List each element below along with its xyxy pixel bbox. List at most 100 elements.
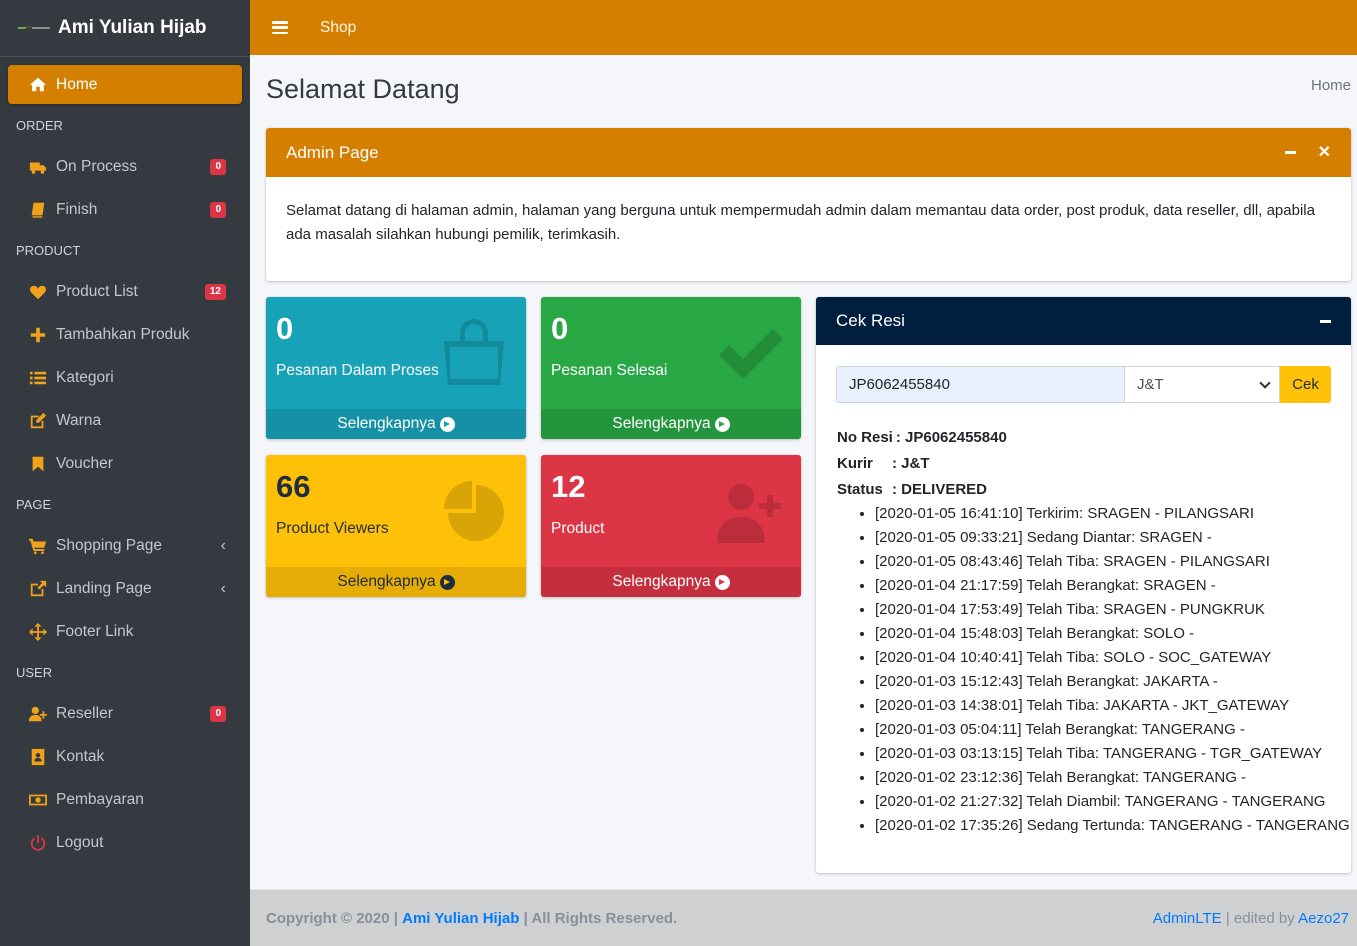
sidebar-item-landing-page[interactable]: Landing Page ‹ — [8, 567, 242, 610]
resi-number-input[interactable] — [836, 366, 1125, 403]
money-bill-icon — [28, 790, 48, 810]
resi-info: No Resi : JP6062455840 Kurir : J&T Statu… — [837, 425, 1007, 503]
sidebar-item-logout[interactable]: Logout — [8, 821, 242, 864]
more-link-label: Selengkapnya — [612, 415, 711, 432]
sidebar-item-kategori[interactable]: Kategori — [8, 356, 242, 399]
sidebar-nav: Home ORDER On Process 0 Finish 0 PRODUCT… — [0, 57, 250, 864]
tracking-history-item: [2020-01-02 23:12:36] Telah Berangkat: T… — [875, 766, 1350, 790]
product-label: Product — [551, 520, 605, 537]
sidebar-item-product-list[interactable]: Product List 12 — [8, 270, 242, 313]
home-icon — [28, 75, 48, 95]
user-plus-icon — [28, 704, 48, 724]
tracking-history-item: [2020-01-03 14:38:01] Telah Tiba: JAKART… — [875, 694, 1350, 718]
more-link-label: Selengkapnya — [612, 573, 711, 590]
tracking-history-item: [2020-01-04 15:48:03] Telah Berangkat: S… — [875, 622, 1350, 646]
collapse-icon[interactable] — [1284, 151, 1296, 154]
sidebar-item-warna[interactable]: Warna — [8, 399, 242, 442]
sidebar-item-home[interactable]: Home — [8, 65, 242, 104]
sidebar-item-finish[interactable]: Finish 0 — [8, 188, 242, 231]
sidebar-item-voucher[interactable]: Voucher — [8, 442, 242, 485]
power-icon — [28, 833, 48, 853]
kurir-value: : J&T — [892, 455, 930, 472]
checkmark-icon — [719, 329, 783, 379]
cek-resi-title: Cek Resi — [836, 311, 905, 330]
tracking-history-item: [2020-01-04 10:40:41] Telah Tiba: SOLO -… — [875, 646, 1350, 670]
footer: Copyright © 2020 | Ami Yulian Hijab | Al… — [250, 889, 1357, 946]
tracking-history-item: [2020-01-03 15:12:43] Telah Berangkat: J… — [875, 670, 1350, 694]
kurir-row: Kurir : J&T — [837, 451, 1007, 477]
card-tools — [1320, 319, 1331, 323]
tracking-history-item: [2020-01-04 17:53:49] Telah Tiba: SRAGEN… — [875, 598, 1350, 622]
arrows-move-icon — [28, 622, 48, 642]
product-count: 12 — [551, 469, 586, 504]
sidebar-item-pembayaran[interactable]: Pembayaran — [8, 778, 242, 821]
kurir-label: Kurir — [837, 455, 873, 472]
hamburger-menu-icon[interactable] — [272, 21, 288, 34]
sidebar-item-kontak[interactable]: Kontak — [8, 735, 242, 778]
product-viewers-count: 66 — [276, 469, 311, 504]
no-resi-value: : JP6062455840 — [895, 429, 1007, 446]
nav-header-order: ORDER — [16, 118, 63, 133]
pesanan-proses-more-link[interactable]: Selengkapnya — [266, 409, 526, 439]
footer-left: Copyright © 2020 | Ami Yulian Hijab | Al… — [266, 910, 677, 927]
product-more-link[interactable]: Selengkapnya — [541, 567, 801, 597]
card-tools: ✕ — [1284, 144, 1331, 161]
footer-brand-link[interactable]: Ami Yulian Hijab — [402, 910, 519, 927]
sidebar-item-footer-link[interactable]: Footer Link — [8, 610, 242, 653]
sidebar-item-tambahkan-produk[interactable]: Tambahkan Produk — [8, 313, 242, 356]
admin-card-body: Selamat datang di halaman admin, halaman… — [286, 202, 1315, 243]
cek-resi-card: Cek Resi J&T Cek No Resi : JP6062455840 … — [816, 297, 1351, 873]
sidebar: Ami Yulian Hijab Home ORDER On Process 0… — [0, 0, 250, 946]
book-icon — [28, 200, 48, 220]
sidebar-item-label: Shopping Page — [56, 536, 163, 554]
edited-by-text: | edited by — [1225, 909, 1295, 927]
author-link[interactable]: Aezo27 — [1298, 910, 1349, 927]
finish-count-badge: 0 — [210, 201, 226, 218]
breadcrumb[interactable]: Home — [1311, 77, 1351, 94]
user-plus-icon — [717, 484, 781, 543]
adminlte-link[interactable]: AdminLTE — [1153, 910, 1222, 927]
arrow-circle-right-icon — [714, 574, 730, 590]
more-link-label: Selengkapnya — [337, 573, 436, 590]
tracking-history-item: [2020-01-05 16:41:10] Terkirim: SRAGEN -… — [875, 502, 1350, 526]
product-viewers-label: Product Viewers — [276, 520, 389, 537]
pesanan-selesai-more-link[interactable]: Selengkapnya — [541, 409, 801, 439]
shopping-bag-icon — [444, 319, 504, 385]
page-title: Selamat Datang — [266, 74, 460, 104]
sidebar-item-shopping-page[interactable]: Shopping Page ‹ — [8, 524, 242, 567]
edit-icon — [28, 411, 48, 431]
pesanan-proses-label: Pesanan Dalam Proses — [276, 362, 439, 379]
product-viewers-more-link[interactable]: Selengkapnya — [266, 567, 526, 597]
on-process-count-badge: 0 — [210, 158, 226, 175]
brand[interactable]: Ami Yulian Hijab — [0, 0, 250, 57]
sidebar-item-label: Reseller — [56, 704, 113, 722]
sidebar-item-label: On Process — [56, 157, 137, 175]
tracking-history-item: [2020-01-04 21:17:59] Telah Berangkat: S… — [875, 574, 1350, 598]
close-icon[interactable]: ✕ — [1318, 144, 1331, 161]
sidebar-item-reseller[interactable]: Reseller 0 — [8, 692, 242, 735]
collapse-icon[interactable] — [1320, 319, 1331, 323]
tracking-history-item: [2020-01-02 17:35:26] Sedang Tertunda: T… — [875, 814, 1350, 838]
plus-icon — [28, 325, 48, 345]
reseller-count-badge: 0 — [210, 705, 226, 722]
pesanan-proses-count: 0 — [276, 311, 294, 346]
brand-logo-icon — [18, 23, 50, 33]
nav-header-user: USER — [16, 665, 53, 680]
tracking-history-item: [2020-01-03 03:13:15] Telah Tiba: TANGER… — [875, 742, 1350, 766]
status-row: Status : DELIVERED — [837, 477, 1007, 503]
courier-select-value: J&T — [1137, 376, 1164, 393]
sidebar-item-label: Tambahkan Produk — [56, 325, 190, 343]
no-resi-label: No Resi — [837, 429, 893, 446]
shop-link[interactable]: Shop — [320, 19, 356, 37]
sidebar-item-label: Finish — [56, 200, 98, 218]
cek-button[interactable]: Cek — [1280, 366, 1331, 403]
bookmark-icon — [28, 454, 48, 474]
external-link-icon — [28, 579, 48, 599]
sidebar-item-on-process[interactable]: On Process 0 — [8, 145, 242, 188]
brand-name: Ami Yulian Hijab — [58, 17, 207, 38]
pesanan-selesai-box: 0 Pesanan Selesai Selengkapnya — [541, 297, 801, 439]
truck-icon — [28, 157, 48, 177]
courier-select[interactable]: J&T — [1125, 366, 1280, 403]
sidebar-item-label: Kategori — [56, 368, 114, 386]
cek-resi-header: Cek Resi — [816, 297, 1351, 345]
